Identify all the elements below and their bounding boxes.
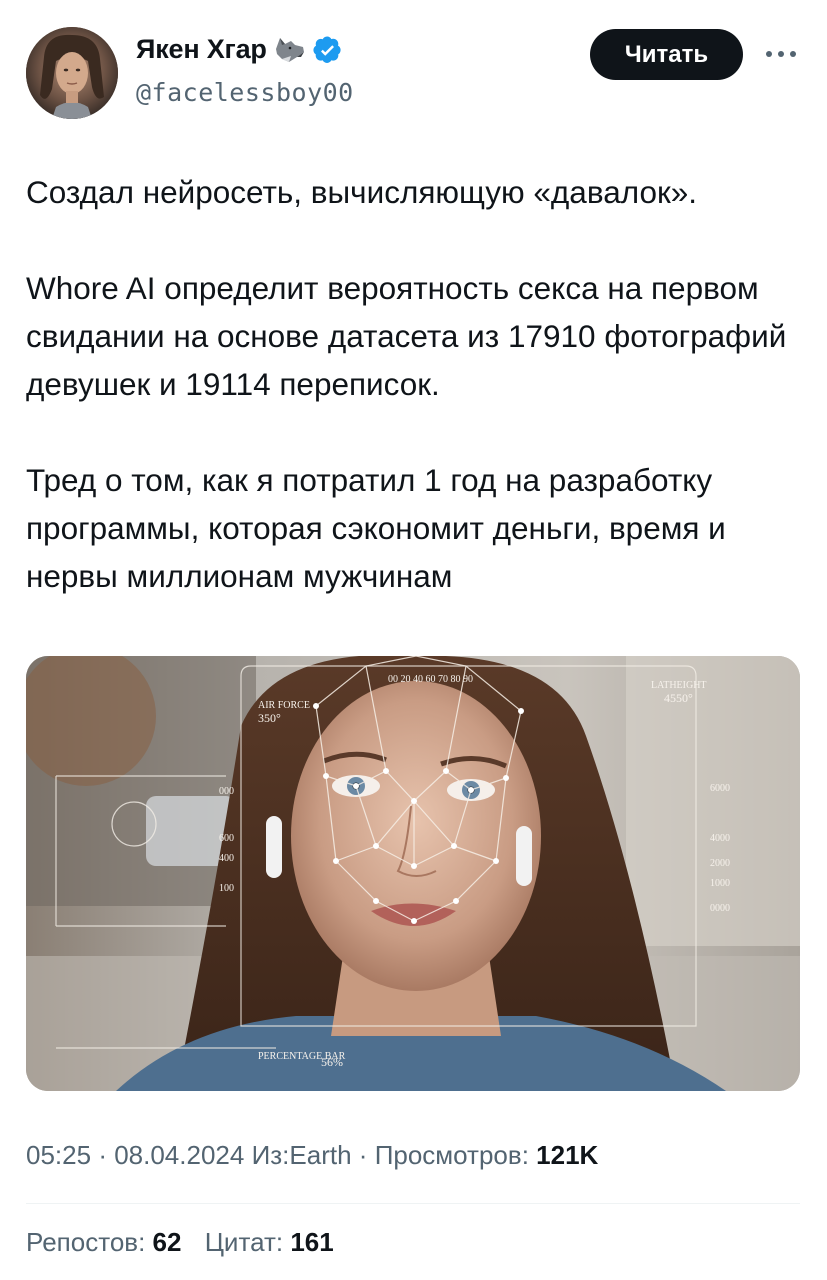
views-label: Просмотров: [374,1140,529,1170]
hud-scale-left-3: 400 [219,853,234,864]
hud-scale-right-5: 0000 [710,903,730,914]
author-handle[interactable]: @facelessboy00 [136,78,354,107]
verified-badge-icon [313,35,343,65]
tweet-location: Из:Earth [251,1140,352,1170]
quotes-stat[interactable]: Цитат: 161 [205,1227,334,1257]
tweet-date[interactable]: 08.04.2024 [114,1140,244,1170]
wolf-emoji-icon [273,35,307,65]
reposts-stat[interactable]: Репостов: 62 [26,1227,189,1257]
hud-latitude-label: LATHEIGHT [651,680,707,691]
avatar[interactable] [26,27,118,119]
tweet-time[interactable]: 05:25 [26,1140,91,1170]
author-name[interactable]: Якен Хгар [136,34,267,65]
views-count: 121K [536,1140,599,1170]
tweet-paragraph-1: Создал нейросеть, вычисляющую «давалок». [26,174,698,210]
meta-separator: · [98,1140,115,1170]
hud-altitude-label: AIR FORCE [258,700,310,711]
divider [26,1203,800,1204]
tweet-paragraph-2: Whore AI определит вероятность секса на … [26,270,787,402]
hud-scale-left-4: 100 [219,883,234,894]
hud-scale-right-3: 2000 [710,858,730,869]
hud-scale-right-2: 4000 [710,833,730,844]
tweet-image[interactable]: AIR FORCE 350° LATHEIGHT 4550° 00 20 40 … [26,656,800,1091]
tweet-stats: Репостов: 62 Цитат: 161 [26,1227,350,1258]
tweet-paragraph-3: Тред о том, как я потратил 1 год на разр… [26,462,726,594]
hud-percentage-value: 56% [321,1055,343,1069]
hud-scale-right-1: 6000 [710,783,730,794]
more-options-icon[interactable] [762,40,800,68]
quotes-label: Цитат: [204,1227,284,1257]
reposts-label: Репостов: [26,1227,146,1257]
hud-scale-left-1: 000 [219,786,234,797]
hud-altitude-value: 350° [258,711,281,725]
meta-separator: · [358,1140,375,1170]
tweet-meta: 05:25 · 08.04.2024 Из:Earth · Просмотров… [26,1140,598,1171]
hud-scale-left-2: 600 [219,833,234,844]
follow-button[interactable]: Читать [590,29,743,80]
hud-latitude-value: 4550° [664,691,693,705]
hud-scale-right-4: 1000 [710,878,730,889]
hud-scale-top: 00 20 40 60 70 80 90 [388,674,473,685]
tweet-card: Якен Хгар @facelessboy00 Читать Создал н… [0,0,827,1280]
author-name-row: Якен Хгар [136,34,343,65]
quotes-count: 161 [290,1227,334,1257]
tweet-text: Создал нейросеть, вычисляющую «давалок».… [26,168,806,600]
reposts-count: 62 [152,1227,182,1257]
